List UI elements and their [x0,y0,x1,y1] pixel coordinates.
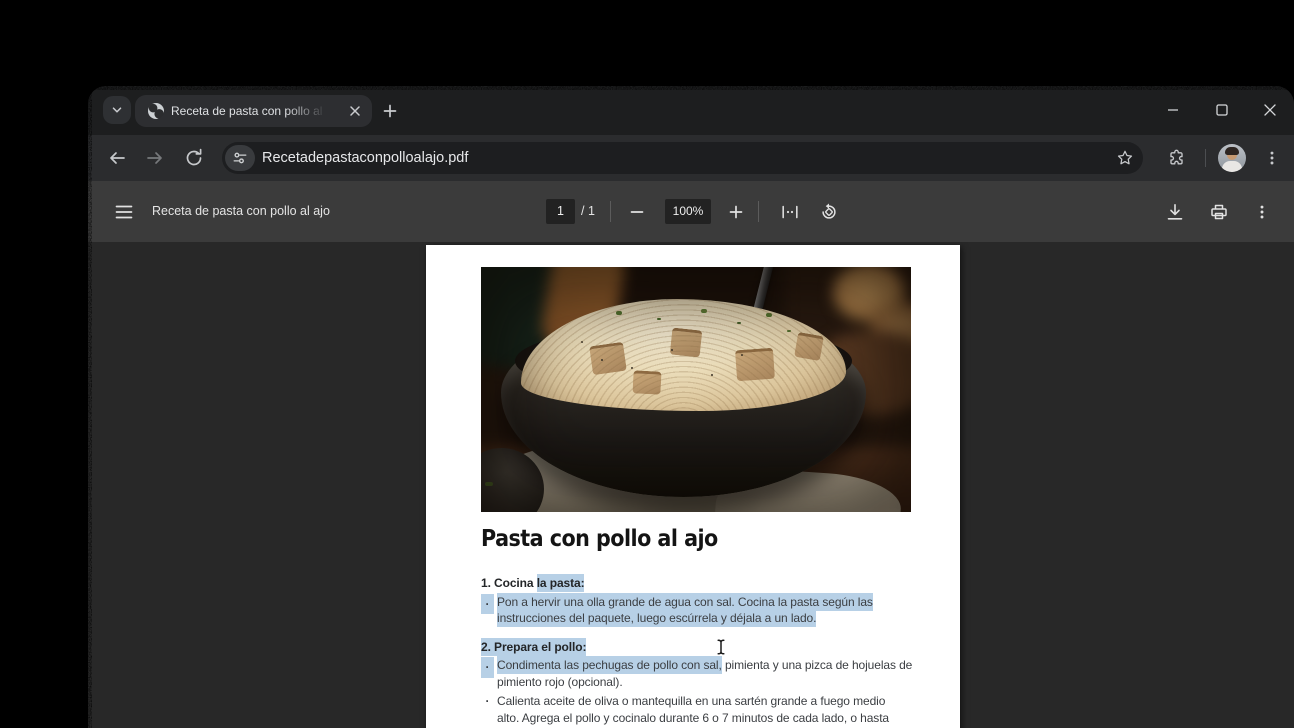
forward-arrow-icon [147,152,162,164]
bullet-dot: · [485,694,490,708]
rotate-page-icon[interactable] [815,198,843,226]
pdf-document-title: Receta de pasta con pollo al ajo [152,204,330,218]
recipe-title: Pasta con pollo al ajo [481,526,718,552]
pdfbar-separator [758,201,759,222]
active-tab[interactable]: Receta de pasta con pollo al [135,95,372,127]
minus-icon [630,211,644,213]
doc-text: alto. Agrega el pollo y cocinalo durante… [497,710,890,725]
doc-body-line: · Condimenta las pechugas de pollo con sa… [481,656,926,678]
plus-icon [729,205,743,219]
download-icon[interactable] [1161,198,1189,226]
bookmark-star-icon[interactable] [1115,148,1135,168]
site-settings-chip[interactable] [225,145,255,171]
avatar-hair [1225,147,1239,155]
browser-menu-dots-icon[interactable] [1258,144,1286,172]
text-cursor-icon [717,639,725,655]
doc-text: pimienta y una pizca de hojuelas de [721,658,913,672]
globe-favicon-icon [148,103,164,119]
page-number-input[interactable]: 1 [546,199,575,224]
pdf-viewer: Pasta con pollo al ajo 1. Cocina la past… [88,242,1294,728]
print-icon[interactable] [1205,198,1233,226]
pdf-page[interactable]: Pasta con pollo al ajo 1. Cocina la past… [426,245,960,728]
doc-body-line: alto. Agrega el pollo y cocinalo durante… [481,710,926,727]
doc-heading-line: 2. Prepara el pollo: [481,637,926,656]
window-close-button[interactable] [1256,96,1284,124]
reload-button[interactable] [180,144,208,172]
doc-text: 1. Cocina [481,576,537,590]
fit-to-width-icon[interactable] [776,198,804,226]
avatar-body [1222,161,1242,172]
doc-body-line: pimiento rojo (opcional). [481,674,926,691]
tab-close-icon[interactable] [347,103,363,119]
doc-text: Calienta aceite de oliva o mantequilla e… [497,694,886,708]
pdfbar-separator [610,201,611,222]
new-tab-button[interactable] [376,97,404,125]
doc-body-line: · Pon a hervir una olla grande de agua co… [481,592,926,614]
url-text: Recetadepastaconpolloalajo.pdf [262,150,469,166]
doc-lines: 1. Cocina la pasta: · Pon a hervir una oll… [481,574,926,727]
selected-text: instrucciones del paquete, luego escúrre… [497,609,817,627]
zoom-in-button[interactable] [722,198,750,226]
chevron-down-icon [112,107,122,113]
pdf-toolbar: Receta de pasta con pollo al ajo 1 / 1 1… [88,181,1294,242]
reload-icon [186,148,202,166]
toolbar-separator [1205,149,1206,167]
tune-icon [233,152,247,164]
window-maximize-button[interactable] [1208,96,1236,124]
page-total-label: / 1 [581,204,595,218]
selected-text: la pasta: [536,574,585,592]
back-button[interactable] [103,144,131,172]
tab-title-fade [285,96,339,126]
address-bar[interactable]: Recetadepastaconpolloalajo.pdf [222,142,1143,174]
profile-avatar[interactable] [1218,144,1246,172]
maximize-icon [1216,104,1228,116]
window-minimize-button[interactable] [1159,96,1187,124]
doc-text: pimiento rojo (opcional). [497,674,623,689]
extensions-puzzle-icon[interactable] [1162,144,1190,172]
plus-icon [383,104,397,118]
selected-text: Condimenta las pechugas de pollo con sal… [497,656,722,674]
browser-window: Receta de pasta con pollo al Recetadepas… [88,86,1294,728]
photo-vignette [481,267,911,512]
doc-body-line: instrucciones del paquete, luego escúrre… [481,609,926,627]
selected-text: Pon a hervir una olla grande de agua con… [497,592,873,611]
doc-body-line: · Calienta aceite de oliva o mantequilla … [481,693,926,710]
recipe-photo [481,267,911,512]
close-icon [1264,104,1276,116]
pdf-menu-hamburger-icon[interactable] [110,198,138,226]
selected-text: 2. Prepara el pollo: [481,637,587,656]
tab-strip: Receta de pasta con pollo al [88,86,1294,135]
browser-toolbar: Recetadepastaconpolloalajo.pdf [88,135,1294,181]
zoom-out-button[interactable] [623,198,651,226]
screenshot-canvas: Receta de pasta con pollo al Recetadepas… [0,0,1294,728]
pdf-menu-dots-icon[interactable] [1248,198,1276,226]
doc-heading-line: 1. Cocina la pasta: [481,574,926,592]
tab-search-button[interactable] [103,96,131,124]
forward-button[interactable] [141,144,169,172]
back-arrow-icon [110,152,125,164]
zoom-level-value[interactable]: 100% [665,199,711,224]
minimize-icon [1168,109,1178,111]
